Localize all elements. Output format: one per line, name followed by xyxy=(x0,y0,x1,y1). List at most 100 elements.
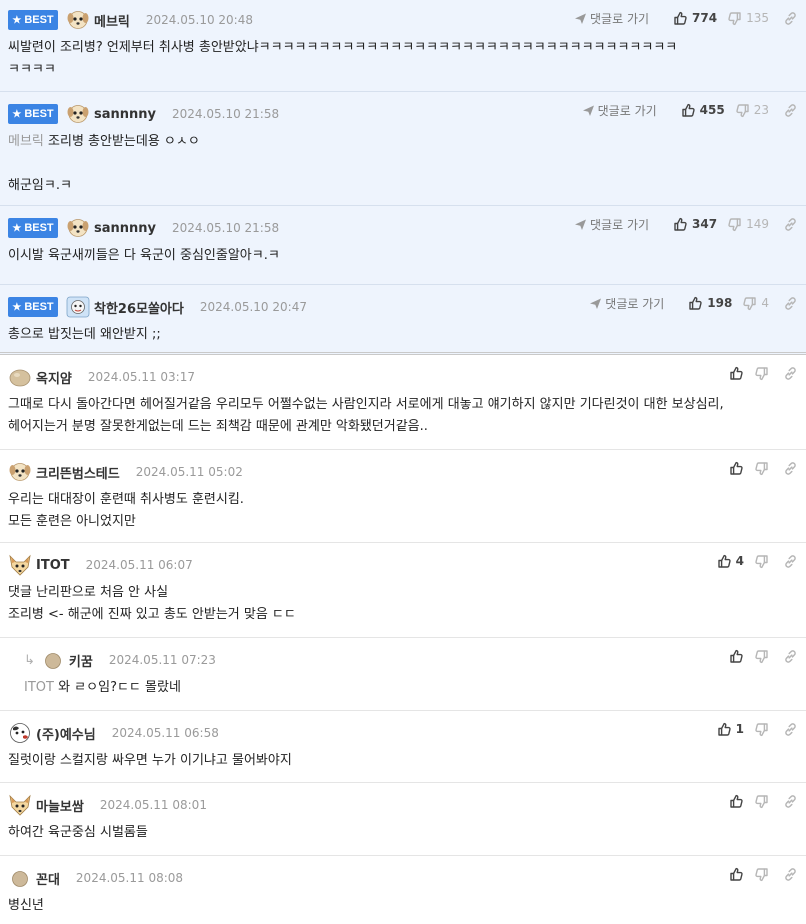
comment-author[interactable]: (주)예수님 xyxy=(36,724,96,743)
link-icon xyxy=(785,461,796,475)
thumb-down-icon xyxy=(755,649,768,663)
thumb-down-icon xyxy=(755,794,768,808)
upvote-button[interactable]: 347 xyxy=(673,217,717,232)
downvote-button[interactable]: 4 xyxy=(742,296,769,311)
upvote-button[interactable]: 4 xyxy=(717,554,744,569)
copy-link-button[interactable] xyxy=(783,296,798,311)
copy-link-button[interactable] xyxy=(783,722,798,737)
downvote-button[interactable]: 23 xyxy=(735,103,769,118)
downvote-button[interactable] xyxy=(754,554,769,569)
comment-text: 이시발 육군새끼들은 다 육군이 중심인줄알아ㅋ.ㅋ xyxy=(8,248,280,263)
comment-date: 2024.05.11 08:08 xyxy=(75,871,184,885)
comment: ITOT 2024.05.11 06:07 4 댓글 난리판으로 처음 안 사실… xyxy=(0,543,806,638)
comment: (주)예수님 2024.05.11 06:58 1 질럿이랑 스컬지랑 싸우면 … xyxy=(0,711,806,783)
upvote-button[interactable] xyxy=(729,366,744,381)
comment-author[interactable]: 옥지얌 xyxy=(36,368,72,387)
downvote-button[interactable] xyxy=(754,649,769,664)
downvote-button[interactable] xyxy=(754,722,769,737)
comment: 꼰대 2024.05.11 08:08 병신년 xyxy=(0,856,806,924)
thumb-up-icon xyxy=(674,217,687,231)
copy-link-button[interactable] xyxy=(783,11,798,26)
comment-author[interactable]: 메브릭 xyxy=(94,11,130,30)
comment-text: 우리는 대대장이 훈련때 취사병도 훈련시킴. xyxy=(8,492,244,507)
comment-author[interactable]: 마늘보쌈 xyxy=(36,796,84,815)
comment-list: ★ BEST 메브릭 2024.05.10 20:48 댓글로 가기 774 13… xyxy=(0,0,806,924)
upvote-button[interactable]: 455 xyxy=(681,103,725,118)
link-icon xyxy=(785,217,796,231)
thumb-down-icon xyxy=(728,11,741,25)
downvote-button[interactable] xyxy=(754,794,769,809)
thumb-up-icon xyxy=(730,649,743,663)
copy-link-button[interactable] xyxy=(783,554,798,569)
comment-text: ITOT 와 ㄹㅇ임?ㄷㄷ 몰랐네 xyxy=(24,680,181,695)
upvote-button[interactable]: 1 xyxy=(717,722,744,737)
comment-text: 병신년 xyxy=(8,898,44,913)
downvote-button[interactable] xyxy=(754,867,769,882)
link-icon xyxy=(785,366,796,380)
best-badge: ★ BEST xyxy=(8,104,58,124)
copy-link-button[interactable] xyxy=(783,794,798,809)
send-icon xyxy=(582,105,594,116)
comment-date: 2024.05.10 21:58 xyxy=(172,107,280,121)
comment-text: 총으로 밥짓는데 왜안받지 ;; xyxy=(8,327,161,342)
upvote-button[interactable] xyxy=(729,794,744,809)
comment-date: 2024.05.11 06:07 xyxy=(85,558,193,572)
star-icon: ★ xyxy=(12,108,22,120)
upvote-button[interactable] xyxy=(729,461,744,476)
comment: 옥지얌 2024.05.11 03:17 그때로 다시 돌아간다면 헤어질거같음… xyxy=(0,355,806,450)
comment-author[interactable]: 키꿈 xyxy=(69,651,93,670)
comment-text: 질럿이랑 스컬지랑 싸우면 누가 이기냐고 물어봐야지 xyxy=(8,753,292,768)
copy-link-button[interactable] xyxy=(783,217,798,232)
upvote-count: 198 xyxy=(707,296,733,310)
comment-author[interactable]: sannnny xyxy=(94,221,156,236)
go-to-reply-button[interactable]: 댓글로 가기 xyxy=(574,216,649,233)
link-icon xyxy=(785,649,796,663)
downvote-button[interactable]: 149 xyxy=(727,217,769,232)
mention-link[interactable]: 메브릭 xyxy=(8,134,44,149)
best-comment: ★ BEST 메브릭 2024.05.10 20:48 댓글로 가기 774 13… xyxy=(0,0,806,92)
thumb-up-icon xyxy=(730,794,743,808)
comment-date: 2024.05.11 03:17 xyxy=(87,370,195,384)
go-to-reply-button[interactable]: 댓글로 가기 xyxy=(582,102,657,119)
send-icon xyxy=(575,219,587,230)
copy-link-button[interactable] xyxy=(783,649,798,664)
send-icon xyxy=(575,13,587,24)
avatar xyxy=(9,369,31,387)
upvote-button[interactable] xyxy=(729,649,744,664)
comment-author[interactable]: 꼰대 xyxy=(36,869,60,888)
send-icon xyxy=(590,298,602,309)
thumb-up-icon xyxy=(674,11,687,25)
upvote-button[interactable]: 774 xyxy=(673,11,717,26)
avatar xyxy=(67,11,89,29)
best-comment: ★ BEST 착한26모쏠아다 2024.05.10 20:47 댓글로 가기 1… xyxy=(0,285,806,355)
downvote-button[interactable] xyxy=(754,461,769,476)
best-comment: ★ BEST sannnny 2024.05.10 21:58 댓글로 가기 34… xyxy=(0,206,806,285)
thumb-down-icon xyxy=(755,722,768,736)
comment-author[interactable]: sannnny xyxy=(94,107,156,122)
comment-author[interactable]: ITOT xyxy=(36,558,70,573)
copy-link-button[interactable] xyxy=(783,461,798,476)
downvote-button[interactable]: 135 xyxy=(727,11,769,26)
go-to-reply-button[interactable]: 댓글로 가기 xyxy=(589,295,664,312)
copy-link-button[interactable] xyxy=(783,366,798,381)
upvote-button[interactable] xyxy=(729,867,744,882)
avatar xyxy=(66,296,90,318)
avatar xyxy=(67,219,89,237)
downvote-button[interactable] xyxy=(754,366,769,381)
copy-link-button[interactable] xyxy=(783,867,798,882)
comment: 크리뜬범스테드 2024.05.11 05:02 우리는 대대장이 훈련때 취사… xyxy=(0,450,806,543)
upvote-button[interactable]: 198 xyxy=(688,296,732,311)
thumb-up-icon xyxy=(730,366,743,380)
copy-link-button[interactable] xyxy=(783,103,798,118)
downvote-count: 149 xyxy=(746,217,769,231)
comment-text: 댓글 난리판으로 처음 안 사실 xyxy=(8,585,169,600)
comment-text: 메브릭 조리병 총안받는데용 ㅇㅅㅇ xyxy=(8,134,200,149)
thumb-down-icon xyxy=(743,296,757,310)
go-to-reply-button[interactable]: 댓글로 가기 xyxy=(574,10,649,27)
mention-link[interactable]: ITOT xyxy=(24,680,54,695)
thumb-down-icon xyxy=(755,867,768,881)
thumb-up-icon xyxy=(681,103,695,117)
comment-author[interactable]: 크리뜬범스테드 xyxy=(36,463,120,482)
comment-text: ㅋㅋㅋㅋ xyxy=(8,62,56,77)
comment-author[interactable]: 착한26모쏠아다 xyxy=(94,298,184,317)
